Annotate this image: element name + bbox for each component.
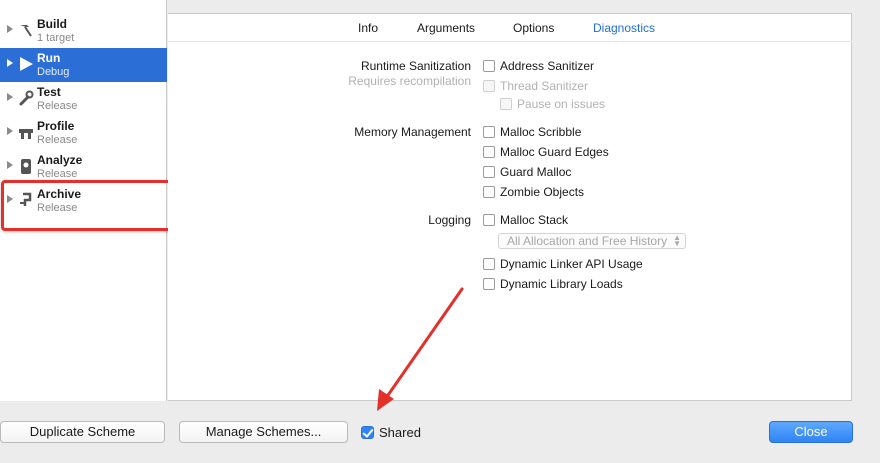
close-button[interactable]: Close bbox=[769, 421, 853, 443]
scheme-name: Profile bbox=[37, 119, 75, 133]
option-label: Address Sanitizer bbox=[500, 59, 595, 73]
tab-options[interactable]: Options bbox=[513, 21, 554, 35]
checkbox-box[interactable] bbox=[483, 278, 495, 290]
play-icon bbox=[20, 57, 33, 71]
option-label: Dynamic Library Loads bbox=[500, 277, 623, 291]
disclosure-triangle-icon[interactable] bbox=[7, 161, 13, 169]
option-label: Guard Malloc bbox=[500, 165, 572, 179]
tab-arguments[interactable]: Arguments bbox=[417, 21, 475, 35]
checkbox-box[interactable] bbox=[483, 146, 495, 158]
scheme-item-profile[interactable]: Profile Release bbox=[0, 116, 167, 150]
malloc-stack-checkbox[interactable]: Malloc Stack bbox=[483, 212, 568, 228]
option-label: Dynamic Linker API Usage bbox=[500, 257, 643, 271]
shared-checkbox[interactable]: Shared bbox=[361, 425, 421, 440]
shared-checkbox-box[interactable] bbox=[361, 426, 374, 439]
checkbox-box[interactable] bbox=[483, 126, 495, 138]
shared-label: Shared bbox=[379, 425, 421, 440]
option-label: Pause on issues bbox=[517, 97, 606, 111]
option-label: Malloc Scribble bbox=[500, 125, 582, 139]
pause-on-issues-checkbox[interactable]: Pause on issues bbox=[500, 96, 605, 112]
memory-management-label: Memory Management bbox=[354, 125, 471, 139]
option-label: Malloc Guard Edges bbox=[500, 145, 609, 159]
tab-bar: Info Arguments Options Diagnostics bbox=[168, 14, 852, 42]
dynamic-linker-api-usage-checkbox[interactable]: Dynamic Linker API Usage bbox=[483, 256, 643, 272]
checkbox-box[interactable] bbox=[483, 166, 495, 178]
requires-recompilation-note: Requires recompilation bbox=[348, 74, 471, 88]
disclosure-triangle-icon[interactable] bbox=[7, 195, 13, 203]
manage-schemes-button[interactable]: Manage Schemes... bbox=[179, 421, 348, 443]
scheme-item-build[interactable]: Build 1 target bbox=[0, 14, 167, 48]
checkbox-box[interactable] bbox=[483, 186, 495, 198]
malloc-stack-mode-select[interactable]: All Allocation and Free History ▲ ▼ bbox=[498, 233, 686, 249]
hammer-icon bbox=[20, 25, 32, 37]
scheme-subtitle: Release bbox=[37, 168, 78, 180]
malloc-scribble-checkbox[interactable]: Malloc Scribble bbox=[483, 124, 581, 140]
scheme-subtitle: Release bbox=[37, 100, 78, 112]
scheme-subtitle: Debug bbox=[37, 66, 70, 78]
tab-info[interactable]: Info bbox=[358, 21, 378, 35]
scheme-item-archive[interactable]: Archive Release bbox=[0, 184, 167, 218]
scheme-name: Run bbox=[37, 51, 61, 65]
disclosure-triangle-icon[interactable] bbox=[7, 93, 13, 101]
wrench-icon bbox=[19, 90, 34, 106]
archive-icon bbox=[20, 192, 32, 206]
select-value: All Allocation and Free History bbox=[507, 234, 668, 248]
scheme-subtitle: Release bbox=[37, 202, 78, 214]
scheme-sidebar: Build 1 target Run Debug Test Release Pr… bbox=[0, 0, 167, 401]
malloc-guard-edges-checkbox[interactable]: Malloc Guard Edges bbox=[483, 144, 609, 160]
thread-sanitizer-checkbox[interactable]: Thread Sanitizer bbox=[483, 78, 588, 94]
disclosure-triangle-icon[interactable] bbox=[7, 25, 13, 33]
checkbox-box[interactable] bbox=[483, 80, 495, 92]
analyze-icon bbox=[21, 159, 31, 174]
scheme-item-test[interactable]: Test Release bbox=[0, 82, 167, 116]
gauge-icon bbox=[19, 129, 33, 139]
checkbox-box[interactable] bbox=[483, 214, 495, 226]
tab-diagnostics[interactable]: Diagnostics bbox=[593, 21, 655, 35]
address-sanitizer-checkbox[interactable]: Address Sanitizer bbox=[483, 58, 594, 74]
scheme-name: Build bbox=[37, 17, 67, 31]
zombie-objects-checkbox[interactable]: Zombie Objects bbox=[483, 184, 584, 200]
option-label: Zombie Objects bbox=[500, 185, 585, 199]
select-stepper-icon: ▲ ▼ bbox=[673, 233, 681, 248]
checkbox-box[interactable] bbox=[483, 258, 495, 270]
scheme-editor-panel: Info Arguments Options Diagnostics Runti… bbox=[168, 13, 852, 401]
disclosure-triangle-icon[interactable] bbox=[7, 59, 13, 67]
scheme-name: Test bbox=[37, 85, 61, 99]
scheme-name: Archive bbox=[37, 187, 82, 201]
disclosure-triangle-icon[interactable] bbox=[7, 127, 13, 135]
option-label: Thread Sanitizer bbox=[500, 79, 589, 93]
checkbox-box[interactable] bbox=[483, 60, 495, 72]
duplicate-scheme-button[interactable]: Duplicate Scheme bbox=[0, 421, 165, 443]
dynamic-library-loads-checkbox[interactable]: Dynamic Library Loads bbox=[483, 276, 623, 292]
checkbox-box[interactable] bbox=[500, 98, 512, 110]
scheme-item-analyze[interactable]: Analyze Release bbox=[0, 150, 167, 184]
guard-malloc-checkbox[interactable]: Guard Malloc bbox=[483, 164, 571, 180]
scheme-subtitle: 1 target bbox=[37, 32, 75, 44]
runtime-sanitization-label: Runtime Sanitization bbox=[360, 59, 471, 73]
scheme-name: Analyze bbox=[37, 153, 83, 167]
option-label: Malloc Stack bbox=[500, 213, 569, 227]
logging-label: Logging bbox=[428, 213, 471, 227]
scheme-subtitle: Release bbox=[37, 134, 78, 146]
scheme-item-run[interactable]: Run Debug bbox=[0, 48, 167, 82]
